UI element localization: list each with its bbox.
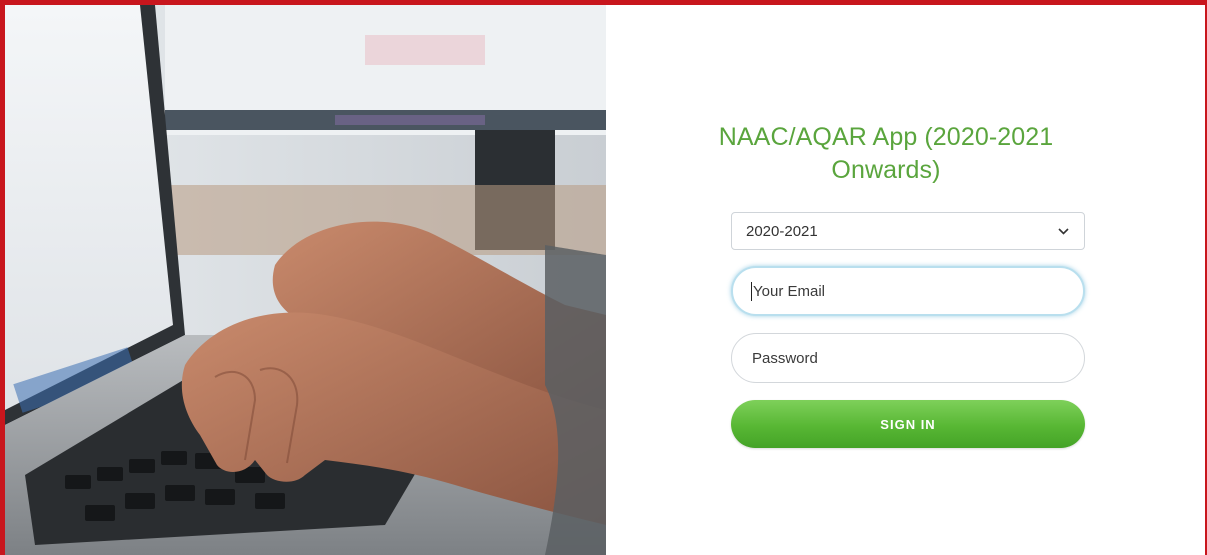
password-input[interactable]	[731, 333, 1085, 383]
sign-in-button[interactable]: SIGN IN	[731, 400, 1085, 448]
login-panel: NAAC/AQAR App (2020-2021 Onwards) 2020-2…	[606, 5, 1205, 555]
year-select[interactable]: 2020-2021	[731, 212, 1085, 250]
app-title: NAAC/AQAR App (2020-2021 Onwards)	[718, 123, 1054, 184]
laptop-typing-photo	[5, 5, 606, 555]
email-input[interactable]	[731, 266, 1085, 316]
chevron-down-icon	[1056, 224, 1070, 238]
year-select-value: 2020-2021	[746, 222, 818, 240]
text-cursor	[751, 282, 752, 301]
hero-image	[5, 5, 606, 555]
